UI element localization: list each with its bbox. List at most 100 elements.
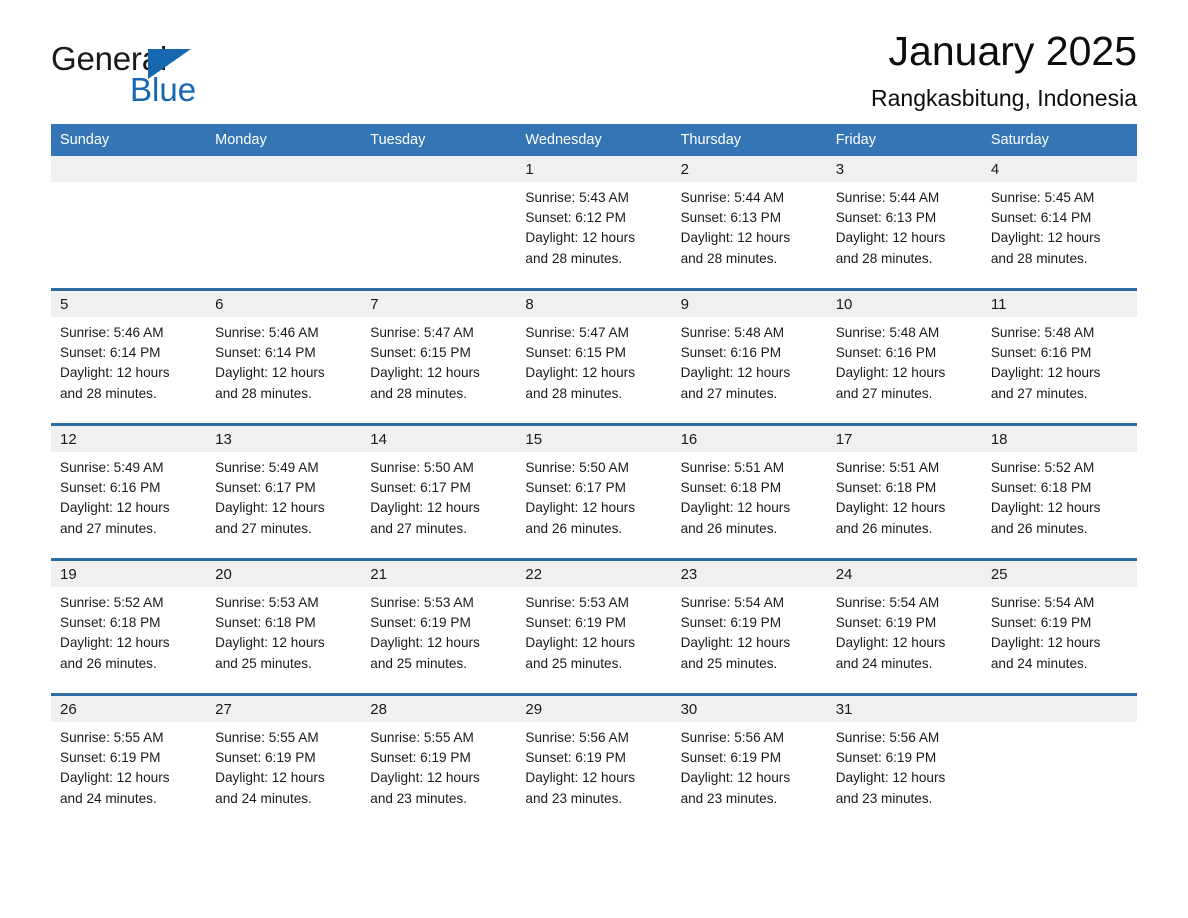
sunset-text: Sunset: 6:16 PM (990, 345, 1092, 361)
day-cell[interactable]: 7 Sunrise: 5:47 AM Sunset: 6:15 PM Daylight… (361, 288, 517, 425)
sunset-text: Sunset: 6:19 PM (990, 615, 1092, 631)
day-cell[interactable] (981, 693, 1137, 828)
day-cell[interactable]: 12 Sunrise: 5:49 AM Sunset: 6:16 PM Dayligh… (51, 423, 207, 560)
day-cell[interactable]: 5 Sunrise: 5:46 AM Sunset: 6:14 PM Daylight… (51, 288, 207, 425)
daylight-text-line2: and 27 minutes. (990, 385, 1088, 401)
sunrise-text: Sunrise: 5:50 AM (370, 460, 474, 475)
daylight-text-line1: Daylight: 12 hours (525, 230, 635, 246)
day-cell[interactable]: 11 Sunrise: 5:48 AM Sunset: 6:16 PM Dayligh… (981, 288, 1137, 425)
day-cell[interactable]: 19 Sunrise: 5:52 AM Sunset: 6:18 PM Dayligh… (51, 558, 207, 695)
day-cell[interactable]: 13 Sunrise: 5:49 AM Sunset: 6:17 PM Dayligh… (206, 423, 362, 560)
day-details: Sunrise: 5:54 AM Sunset: 6:19 PM Daylight:… (982, 587, 1137, 674)
sunrise-text: Sunrise: 5:47 AM (525, 325, 629, 340)
day-details: Sunrise: 5:56 AM Sunset: 6:19 PM Daylight:… (672, 722, 827, 809)
day-details: Sunrise: 5:53 AM Sunset: 6:18 PM Daylight:… (206, 587, 361, 674)
day-details: Sunrise: 5:44 AM Sunset: 6:13 PM Daylight:… (827, 182, 982, 269)
sunset-text: Sunset: 6:15 PM (525, 345, 626, 361)
day-cell[interactable]: 24 Sunrise: 5:54 AM Sunset: 6:19 PM Dayligh… (826, 558, 982, 695)
daylight-text-line2: and 24 minutes. (60, 790, 157, 806)
page-title: January 2025 (888, 28, 1137, 74)
calendar-table: Sunday Monday Tuesday Wednesday Thursday… (51, 124, 1137, 828)
daylight-text-line1: Daylight: 12 hours (680, 365, 791, 381)
general-blue-logo[interactable]: General Blue (51, 42, 311, 112)
day-number: 30 (671, 696, 827, 722)
daylight-text-line2: and 26 minutes. (835, 520, 933, 536)
day-cell[interactable]: 15 Sunrise: 5:50 AM Sunset: 6:17 PM Dayligh… (516, 423, 672, 560)
day-details: Sunrise: 5:55 AM Sunset: 6:19 PM Daylight:… (361, 722, 516, 809)
day-number (51, 156, 207, 182)
day-cell[interactable]: 6 Sunrise: 5:46 AM Sunset: 6:14 PM Daylight… (206, 288, 362, 425)
daylight-text-line2: and 23 minutes. (680, 790, 778, 806)
day-cell[interactable]: 4 Sunrise: 5:45 AM Sunset: 6:14 PM Daylight… (981, 156, 1137, 290)
sunset-text: Sunset: 6:13 PM (680, 210, 782, 226)
daylight-text-line2: and 26 minutes. (680, 520, 778, 536)
day-details: Sunrise: 5:54 AM Sunset: 6:19 PM Daylight:… (827, 587, 982, 674)
sunrise-text: Sunrise: 5:56 AM (525, 730, 629, 745)
daylight-text-line1: Daylight: 12 hours (60, 770, 170, 786)
day-cell[interactable]: 16 Sunrise: 5:51 AM Sunset: 6:18 PM Dayligh… (671, 423, 827, 560)
daylight-text-line1: Daylight: 12 hours (370, 500, 480, 516)
day-cell[interactable]: 22 Sunrise: 5:53 AM Sunset: 6:19 PM Dayligh… (516, 558, 672, 695)
weekday-header-friday: Friday (826, 124, 982, 156)
sunset-text: Sunset: 6:13 PM (835, 210, 937, 226)
daylight-text-line1: Daylight: 12 hours (525, 635, 635, 651)
day-cell[interactable]: 21 Sunrise: 5:53 AM Sunset: 6:19 PM Dayligh… (361, 558, 517, 695)
weekday-header-wednesday: Wednesday (516, 124, 672, 156)
day-cell[interactable] (361, 156, 517, 290)
day-cell[interactable]: 2 Sunrise: 5:44 AM Sunset: 6:13 PM Daylight… (671, 156, 827, 290)
daylight-text-line1: Daylight: 12 hours (835, 230, 946, 246)
daylight-text-line2: and 28 minutes. (525, 250, 623, 266)
day-cell[interactable]: 31 Sunrise: 5:56 AM Sunset: 6:19 PM Dayligh… (826, 693, 982, 828)
day-cell[interactable]: 26 Sunrise: 5:55 AM Sunset: 6:19 PM Dayligh… (51, 693, 207, 828)
day-details: Sunrise: 5:45 AM Sunset: 6:14 PM Daylight:… (982, 182, 1137, 269)
daylight-text-line1: Daylight: 12 hours (835, 635, 946, 651)
day-details: Sunrise: 5:47 AM Sunset: 6:15 PM Daylight:… (361, 317, 516, 404)
daylight-text-line1: Daylight: 12 hours (680, 770, 791, 786)
daylight-text-line1: Daylight: 12 hours (835, 500, 946, 516)
day-cell[interactable]: 20 Sunrise: 5:53 AM Sunset: 6:18 PM Dayligh… (206, 558, 362, 695)
day-details: Sunrise: 5:55 AM Sunset: 6:19 PM Daylight:… (206, 722, 361, 809)
day-cell[interactable]: 28 Sunrise: 5:55 AM Sunset: 6:19 PM Dayligh… (361, 693, 517, 828)
day-number: 13 (206, 426, 362, 452)
day-details: Sunrise: 5:46 AM Sunset: 6:14 PM Daylight:… (51, 317, 206, 404)
day-number: 31 (826, 696, 982, 722)
day-cell[interactable]: 8 Sunrise: 5:47 AM Sunset: 6:15 PM Daylight… (516, 288, 672, 425)
day-cell[interactable]: 30 Sunrise: 5:56 AM Sunset: 6:19 PM Dayligh… (671, 693, 827, 828)
calendar-body: 1 Sunrise: 5:43 AM Sunset: 6:12 PM Daylight… (51, 156, 1137, 828)
day-number: 12 (51, 426, 207, 452)
day-cell[interactable]: 3 Sunrise: 5:44 AM Sunset: 6:13 PM Daylight… (826, 156, 982, 290)
day-details: Sunrise: 5:44 AM Sunset: 6:13 PM Daylight:… (672, 182, 827, 269)
daylight-text-line1: Daylight: 12 hours (60, 500, 170, 516)
page-subtitle: Rangkasbitung, Indonesia (871, 85, 1137, 111)
day-number: 1 (516, 156, 672, 182)
week-row: 19 Sunrise: 5:52 AM Sunset: 6:18 PM Dayligh… (51, 558, 1137, 695)
sunset-text: Sunset: 6:14 PM (990, 210, 1092, 226)
daylight-text-line1: Daylight: 12 hours (60, 635, 170, 651)
day-cell[interactable]: 9 Sunrise: 5:48 AM Sunset: 6:16 PM Daylight… (671, 288, 827, 425)
day-number: 25 (981, 561, 1137, 587)
sunrise-text: Sunrise: 5:53 AM (215, 595, 319, 610)
daylight-text-line1: Daylight: 12 hours (215, 365, 325, 381)
day-cell[interactable]: 25 Sunrise: 5:54 AM Sunset: 6:19 PM Dayligh… (981, 558, 1137, 695)
sunset-text: Sunset: 6:19 PM (835, 615, 937, 631)
week-row: 12 Sunrise: 5:49 AM Sunset: 6:16 PM Dayligh… (51, 423, 1137, 560)
day-cell[interactable]: 14 Sunrise: 5:50 AM Sunset: 6:17 PM Dayligh… (361, 423, 517, 560)
day-cell[interactable]: 23 Sunrise: 5:54 AM Sunset: 6:19 PM Dayligh… (671, 558, 827, 695)
day-number (361, 156, 517, 182)
daylight-text-line2: and 27 minutes. (680, 385, 778, 401)
day-details: Sunrise: 5:55 AM Sunset: 6:19 PM Daylight:… (51, 722, 206, 809)
daylight-text-line1: Daylight: 12 hours (215, 635, 325, 651)
day-cell[interactable]: 1 Sunrise: 5:43 AM Sunset: 6:12 PM Daylight… (516, 156, 672, 290)
day-cell[interactable]: 18 Sunrise: 5:52 AM Sunset: 6:18 PM Dayligh… (981, 423, 1137, 560)
day-cell[interactable]: 29 Sunrise: 5:56 AM Sunset: 6:19 PM Dayligh… (516, 693, 672, 828)
week-row: 1 Sunrise: 5:43 AM Sunset: 6:12 PM Daylight… (51, 156, 1137, 290)
day-cell[interactable] (51, 156, 207, 290)
day-cell[interactable]: 27 Sunrise: 5:55 AM Sunset: 6:19 PM Dayligh… (206, 693, 362, 828)
day-cell[interactable]: 10 Sunrise: 5:48 AM Sunset: 6:16 PM Dayligh… (826, 288, 982, 425)
daylight-text-line2: and 25 minutes. (680, 655, 778, 671)
day-cell[interactable]: 17 Sunrise: 5:51 AM Sunset: 6:18 PM Dayligh… (826, 423, 982, 560)
daylight-text-line1: Daylight: 12 hours (835, 365, 946, 381)
day-cell[interactable] (206, 156, 362, 290)
sunset-text: Sunset: 6:14 PM (60, 345, 161, 361)
sunset-text: Sunset: 6:17 PM (215, 480, 316, 496)
